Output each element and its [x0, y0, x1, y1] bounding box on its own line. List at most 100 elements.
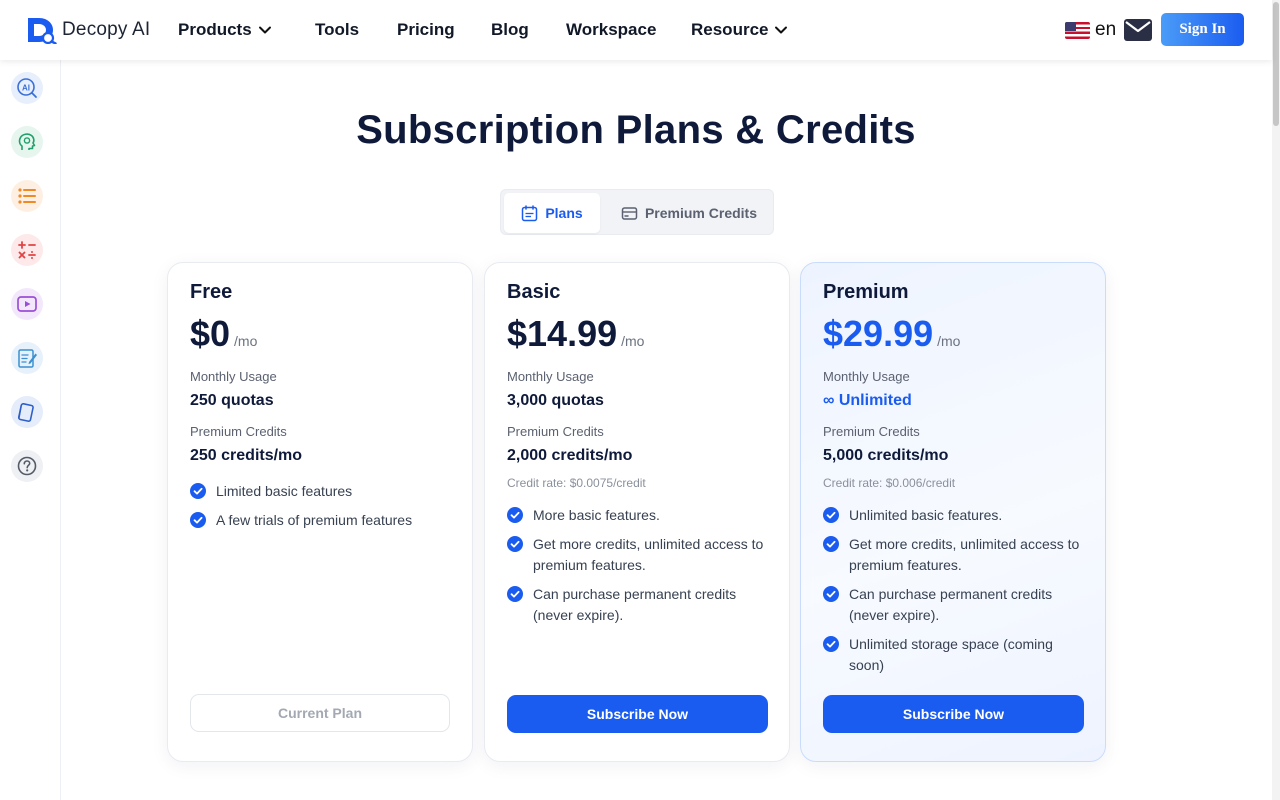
plan-name: Free — [190, 281, 233, 303]
us-flag-icon — [1065, 21, 1090, 39]
premium-credits-label: Premium Credits — [190, 424, 287, 439]
check-circle-icon — [507, 586, 523, 602]
check-circle-icon — [190, 483, 206, 499]
tab-premium-credits[interactable]: Premium Credits — [609, 193, 769, 233]
monthly-usage-label: Monthly Usage — [823, 369, 910, 384]
sidebar-item-essay-writer[interactable] — [11, 342, 43, 374]
nav-blog[interactable]: Blog — [491, 20, 529, 40]
feature-text: Can purchase permanent credits (never ex… — [533, 586, 737, 623]
plan-name: Basic — [507, 281, 561, 303]
plan-tabs: Plans Premium Credits — [500, 189, 774, 235]
premium-credits-value: 5,000 credits/mo — [823, 447, 949, 464]
help-icon — [17, 456, 37, 476]
nav-workspace-label: Workspace — [566, 20, 657, 39]
check-circle-icon — [823, 536, 839, 552]
subscribe-basic-button[interactable]: Subscribe Now — [507, 695, 768, 733]
plan-card-basic: Basic $14.99 /mo Monthly Usage 3,000 quo… — [484, 262, 790, 762]
plan-price: $29.99 /mo — [823, 313, 960, 355]
premium-credits-value: 250 credits/mo — [190, 447, 303, 464]
monthly-usage-value: ∞ Unlimited — [823, 392, 912, 409]
sidebar-item-math-solver[interactable] — [11, 234, 43, 266]
sidebar-item-flashcards[interactable] — [11, 396, 43, 428]
nav-workspace[interactable]: Workspace — [566, 20, 656, 40]
price-value: $0 — [190, 313, 231, 354]
check-circle-icon — [190, 512, 206, 528]
tab-plans[interactable]: Plans — [504, 193, 600, 233]
feature-text: Unlimited basic features. — [849, 507, 1003, 523]
check-circle-icon — [823, 636, 839, 652]
ai-detector-icon: AI — [17, 78, 37, 98]
credit-card-icon — [621, 206, 638, 220]
nav-tools[interactable]: Tools — [315, 20, 359, 40]
nav-pricing-label: Pricing — [397, 20, 455, 39]
language-selector[interactable]: en — [1065, 19, 1116, 41]
brand-name: Decopy AI — [62, 19, 151, 40]
essay-writer-icon — [18, 349, 37, 368]
page-scrollbar[interactable] — [1272, 0, 1280, 800]
sidebar-item-list[interactable] — [11, 180, 43, 212]
feature-item: Get more credits, unlimited access to pr… — [823, 534, 1085, 576]
scrollbar-thumb[interactable] — [1273, 2, 1279, 126]
credit-rate: Credit rate: $0.0075/credit — [507, 476, 646, 490]
chevron-down-icon — [775, 26, 788, 34]
plan-price: $14.99 /mo — [507, 313, 644, 355]
calendar-icon — [522, 204, 538, 221]
sign-in-button[interactable]: Sign In — [1161, 13, 1244, 46]
monthly-usage-label: Monthly Usage — [507, 369, 594, 384]
plan-price: $0 /mo — [190, 313, 257, 355]
page-title: Subscription Plans & Credits — [356, 108, 916, 152]
check-circle-icon — [823, 586, 839, 602]
math-solver-icon — [18, 241, 36, 259]
premium-credits-label: Premium Credits — [507, 424, 604, 439]
plan-name: Premium — [823, 281, 909, 303]
monthly-usage-value: 3,000 quotas — [507, 392, 604, 409]
plan-card-premium: Premium $29.99 /mo Monthly Usage ∞ Unlim… — [800, 262, 1106, 762]
mail-icon[interactable] — [1123, 17, 1153, 43]
feature-text: Limited basic features — [216, 483, 353, 499]
feature-item: Can purchase permanent credits (never ex… — [823, 584, 1085, 626]
left-sidebar: AI — [0, 60, 61, 800]
nav-resource[interactable]: Resource — [691, 20, 788, 40]
feature-text: A few trials of premium features — [216, 512, 413, 528]
decopy-logo-icon — [28, 18, 57, 44]
nav-products[interactable]: Products — [178, 20, 272, 40]
nav-pricing[interactable]: Pricing — [397, 20, 455, 40]
top-navbar: Decopy AI Products Tools Pricing Blog Wo… — [0, 0, 1272, 60]
credit-rate: Credit rate: $0.006/credit — [823, 476, 956, 490]
price-value: $14.99 — [507, 313, 618, 354]
sidebar-item-ai-detector[interactable]: AI — [11, 72, 43, 104]
feature-item: Unlimited storage space (coming soon) — [823, 634, 1085, 676]
premium-credits-value: 2,000 credits/mo — [507, 447, 633, 464]
tab-plans-label: Plans — [545, 205, 583, 221]
monthly-usage-label: Monthly Usage — [190, 369, 277, 384]
price-unit: /mo — [621, 333, 645, 349]
list-icon — [18, 188, 36, 204]
subscribe-premium-button[interactable]: Subscribe Now — [823, 695, 1084, 733]
svg-text:AI: AI — [22, 84, 30, 93]
feature-text: Get more credits, unlimited access to pr… — [849, 536, 1080, 573]
video-icon — [17, 296, 37, 312]
premium-credits-label: Premium Credits — [823, 424, 920, 439]
feature-item: Unlimited basic features. — [823, 505, 1085, 526]
feature-item: More basic features. — [507, 505, 769, 526]
nav-tools-label: Tools — [315, 20, 360, 39]
sidebar-item-video[interactable] — [11, 288, 43, 320]
check-circle-icon — [507, 507, 523, 523]
feature-item: Get more credits, unlimited access to pr… — [507, 534, 769, 576]
feature-item: A few trials of premium features — [190, 510, 452, 531]
feature-item: Limited basic features — [190, 481, 452, 502]
tab-premium-credits-label: Premium Credits — [644, 205, 758, 221]
current-plan-button[interactable]: Current Plan — [190, 694, 450, 732]
nav-products-label: Products — [178, 20, 252, 39]
feature-text: More basic features. — [533, 507, 660, 523]
language-label: en — [1095, 19, 1117, 40]
monthly-usage-value: 250 quotas — [190, 392, 274, 409]
check-circle-icon — [507, 536, 523, 552]
plan-card-free: Free $0 /mo Monthly Usage 250 quotas Pre… — [167, 262, 473, 762]
nav-resource-label: Resource — [691, 20, 769, 39]
sidebar-item-help[interactable] — [11, 450, 43, 482]
nav-blog-label: Blog — [491, 20, 529, 39]
feature-text: Can purchase permanent credits (never ex… — [849, 586, 1053, 623]
brand-logo[interactable]: Decopy AI — [26, 16, 150, 44]
flashcards-icon — [17, 402, 34, 422]
